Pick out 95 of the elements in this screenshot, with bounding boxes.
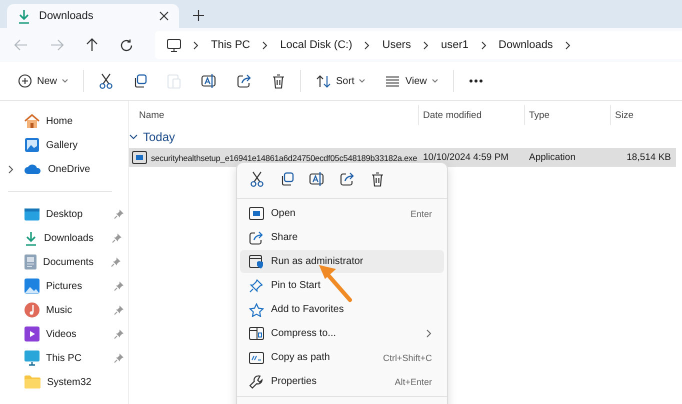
chevron-icon[interactable] bbox=[8, 164, 14, 174]
sidebar-item[interactable]: Desktop bbox=[0, 202, 128, 226]
plus-icon bbox=[18, 74, 32, 88]
breadcrumb[interactable]: user1 bbox=[440, 39, 469, 51]
column-header[interactable]: Name bbox=[129, 105, 419, 125]
caret-icon bbox=[359, 79, 366, 83]
path-icon bbox=[249, 352, 264, 364]
app-window-icon bbox=[132, 151, 147, 164]
file-row[interactable]: securityhealthsetup_e16941e14861a6d24750ecdf05c548189b33182a.exe 10/10/2024 4:59 PM Application 18,514 KB bbox=[129, 148, 676, 167]
share-icon bbox=[340, 172, 354, 186]
window-tab[interactable]: Downloads bbox=[7, 4, 179, 28]
file-name: securityhealthsetup_e16941e14861a6d24750ecdf05c548189b33182a.exe bbox=[151, 152, 418, 162]
breadcrumb[interactable]: Downloads bbox=[498, 39, 553, 51]
share-icon bbox=[237, 74, 252, 88]
paste-icon bbox=[167, 73, 182, 89]
breadcrumb[interactable]: Users bbox=[382, 39, 411, 51]
menu-item[interactable]: Share bbox=[240, 226, 444, 249]
sidebar-item[interactable]: OneDrive bbox=[0, 157, 128, 181]
chevron-icon bbox=[364, 40, 370, 50]
menu-item[interactable]: Open Enter bbox=[240, 202, 444, 225]
shield-window-icon bbox=[249, 254, 264, 268]
menu-item[interactable]: Add to Favorites bbox=[240, 298, 444, 321]
collapse-icon[interactable] bbox=[129, 134, 138, 140]
folder-icon bbox=[24, 375, 41, 389]
tab-title: Downloads bbox=[39, 10, 94, 22]
sidebar-item[interactable]: Gallery bbox=[0, 133, 128, 157]
close-icon[interactable] bbox=[159, 11, 169, 21]
breadcrumb[interactable]: Local Disk (C:) bbox=[280, 39, 352, 51]
zip-folder-icon bbox=[249, 327, 264, 340]
cut-icon bbox=[250, 171, 264, 187]
caret-icon bbox=[62, 79, 68, 83]
list-view-icon bbox=[385, 76, 400, 86]
rename-icon bbox=[309, 172, 325, 186]
table-cell-text: Application bbox=[528, 152, 576, 163]
group-header: Today bbox=[143, 130, 176, 144]
download-icon bbox=[24, 230, 38, 246]
sidebar-item[interactable]: Pictures bbox=[0, 274, 128, 298]
shortcut-text: Enter bbox=[410, 208, 432, 218]
cut-icon bbox=[99, 73, 114, 89]
music-icon bbox=[24, 302, 40, 318]
sidebar-item[interactable]: Music bbox=[0, 298, 128, 322]
sort-button[interactable]: Sort bbox=[308, 70, 374, 92]
table-cell-text: 18,514 KB bbox=[626, 152, 671, 163]
table-cell-text: 10/10/2024 4:59 PM bbox=[422, 152, 510, 163]
shortcut-text: Alt+Enter bbox=[394, 376, 432, 386]
video-icon bbox=[24, 326, 40, 342]
sort-icon bbox=[316, 74, 332, 88]
app-window-icon bbox=[249, 207, 264, 220]
view-button[interactable]: View bbox=[377, 72, 446, 90]
sidebar-item[interactable]: This PC bbox=[0, 346, 128, 370]
new-button[interactable]: New bbox=[10, 70, 76, 92]
rename-icon bbox=[201, 74, 218, 88]
wrench-icon bbox=[249, 374, 263, 388]
sidebar-item[interactable]: Documents bbox=[0, 250, 128, 274]
share-icon bbox=[249, 230, 264, 244]
monitor-icon bbox=[167, 38, 181, 52]
menu-item[interactable]: Properties Alt+Enter bbox=[240, 370, 444, 393]
download-icon bbox=[17, 8, 31, 24]
picture-icon bbox=[24, 278, 40, 294]
copy-icon bbox=[133, 74, 148, 88]
star-icon bbox=[249, 302, 264, 316]
column-header[interactable]: Date modified bbox=[419, 105, 525, 125]
document-icon bbox=[24, 254, 37, 270]
column-header[interactable]: Type bbox=[525, 105, 611, 125]
shortcut-text: Ctrl+Shift+C bbox=[382, 352, 432, 362]
more-icon bbox=[468, 79, 483, 83]
menu-item[interactable]: Run as administrator bbox=[240, 250, 444, 273]
sidebar-item[interactable]: Downloads bbox=[0, 226, 128, 250]
pin-icon bbox=[249, 278, 263, 292]
up-icon[interactable] bbox=[86, 38, 98, 52]
chevron-icon bbox=[262, 40, 268, 50]
trash-icon bbox=[370, 172, 384, 186]
chevron-icon bbox=[422, 40, 429, 50]
cloud-icon bbox=[24, 164, 42, 174]
gallery-icon bbox=[24, 137, 40, 153]
copy-icon bbox=[280, 172, 294, 186]
breadcrumb[interactable]: This PC bbox=[211, 39, 250, 51]
home-icon bbox=[24, 114, 40, 128]
chevron-icon bbox=[480, 40, 487, 50]
menu-item[interactable]: Compress to... bbox=[240, 322, 444, 345]
chevron-icon bbox=[564, 40, 571, 50]
column-header[interactable]: Size bbox=[611, 105, 671, 125]
chevron-icon bbox=[193, 40, 199, 50]
caret-icon bbox=[432, 79, 438, 83]
new-tab-icon[interactable] bbox=[193, 10, 204, 21]
refresh-icon[interactable] bbox=[120, 38, 133, 52]
desktop-icon bbox=[24, 208, 40, 220]
sidebar-item[interactable]: Home bbox=[0, 109, 128, 133]
sidebar-item[interactable]: System32 bbox=[0, 370, 128, 394]
monitor-icon bbox=[24, 350, 40, 366]
menu-item[interactable]: Copy as path Ctrl+Shift+C bbox=[240, 346, 444, 369]
address-bar[interactable]: This PC Local Disk (C:) Users user1 Downloads bbox=[155, 31, 682, 59]
menu-item[interactable]: Pin to Start bbox=[240, 274, 444, 297]
sidebar-item[interactable]: Videos bbox=[0, 322, 128, 346]
trash-icon bbox=[272, 74, 286, 88]
